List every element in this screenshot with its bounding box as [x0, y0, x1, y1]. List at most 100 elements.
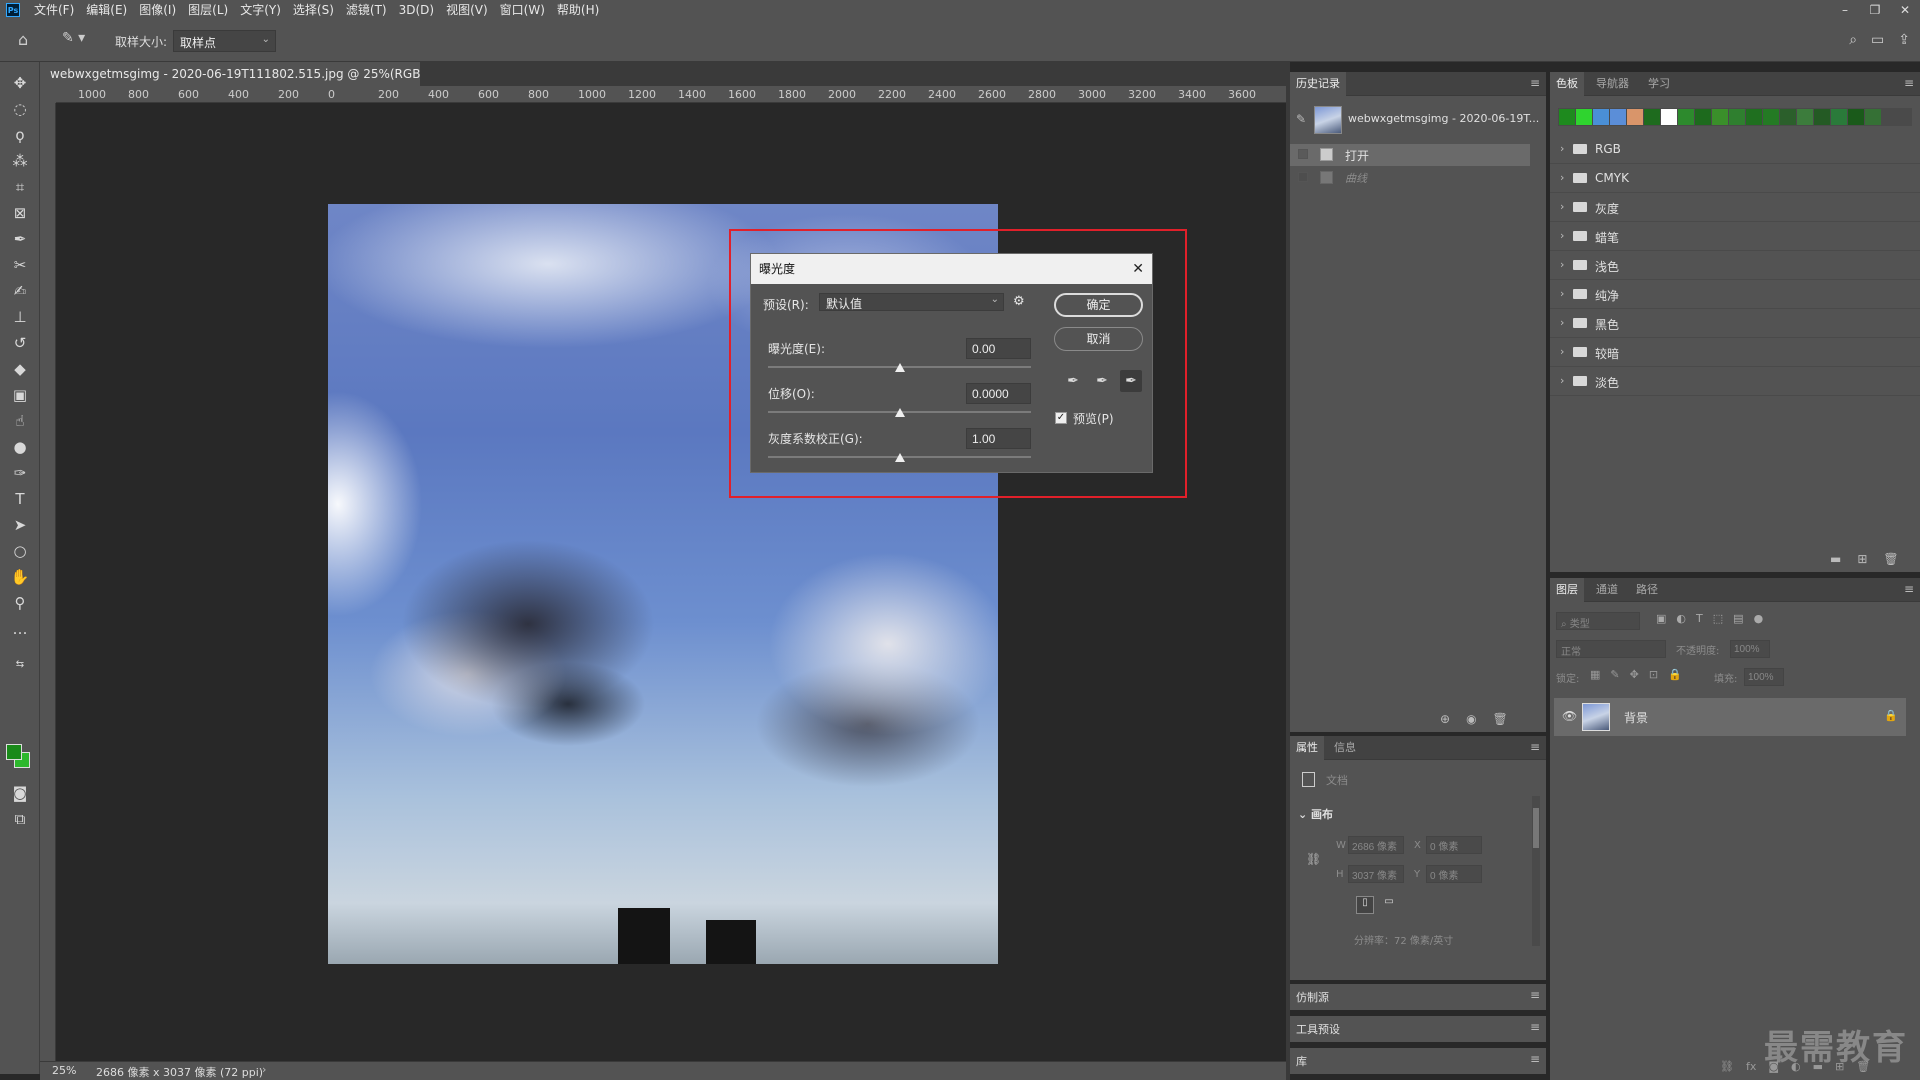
properties-scrollbar[interactable]: [1532, 796, 1540, 946]
magic-wand-tool-icon[interactable]: ⁂: [8, 150, 32, 172]
history-item[interactable]: 打开: [1290, 144, 1530, 166]
swatch-group-dark[interactable]: › 黑色: [1550, 310, 1920, 338]
landscape-orientation-icon[interactable]: ▭: [1380, 896, 1398, 914]
y-input[interactable]: [1426, 865, 1482, 883]
history-source-checkbox[interactable]: [1298, 149, 1308, 159]
close-icon[interactable]: ✕: [1132, 254, 1144, 284]
canvas-section-toggle[interactable]: ⌄ 画布: [1298, 806, 1333, 822]
menu-view[interactable]: 视图(V): [440, 0, 494, 20]
smudge-tool-icon[interactable]: ☝: [8, 410, 32, 432]
swatch-color[interactable]: [1576, 109, 1592, 125]
lock-image-icon[interactable]: ✎: [1610, 668, 1619, 681]
swatch-color[interactable]: [1814, 109, 1830, 125]
history-source-checkbox[interactable]: [1298, 172, 1308, 182]
workspace-icon[interactable]: ▭: [1871, 32, 1884, 48]
cancel-button[interactable]: 取消: [1054, 327, 1143, 351]
lock-all-icon[interactable]: 🔒: [1668, 668, 1682, 681]
swatch-color[interactable]: [1831, 109, 1847, 125]
blend-mode-select[interactable]: 正常: [1556, 640, 1666, 658]
trash-icon[interactable]: 🗑: [1493, 712, 1508, 726]
adjustment-filter-icon[interactable]: ◐: [1676, 612, 1686, 625]
swatch-color[interactable]: [1712, 109, 1728, 125]
panel-menu-icon[interactable]: ≡: [1530, 76, 1540, 90]
menu-help[interactable]: 帮助(H): [551, 0, 605, 20]
clone-stamp-tool-icon[interactable]: ⊥: [8, 306, 32, 328]
menu-type[interactable]: 文字(Y): [234, 0, 287, 20]
swatch-color[interactable]: [1644, 109, 1660, 125]
tab-channels[interactable]: 通道: [1590, 578, 1624, 602]
screen-mode-icon[interactable]: ⧉: [8, 808, 32, 830]
sample-size-select[interactable]: 取样点 ⌄: [173, 30, 276, 52]
fill-input[interactable]: [1744, 668, 1784, 686]
lock-artboard-icon[interactable]: ⊡: [1649, 668, 1658, 681]
tab-swatches[interactable]: 色板: [1550, 72, 1584, 96]
fx-icon[interactable]: fx: [1746, 1060, 1756, 1073]
swatch-group-light[interactable]: › 浅色: [1550, 252, 1920, 280]
minimize-icon[interactable]: –: [1830, 3, 1860, 17]
more-tools-icon[interactable]: …: [8, 618, 32, 640]
menu-filter[interactable]: 滤镜(T): [340, 0, 393, 20]
swatch-color[interactable]: [1661, 109, 1677, 125]
offset-input[interactable]: [966, 383, 1031, 404]
swatch-group-rgb[interactable]: › RGB: [1550, 136, 1920, 164]
opacity-input[interactable]: [1730, 640, 1770, 658]
swatch-group-cmyk[interactable]: › CMYK: [1550, 165, 1920, 193]
pixel-filter-icon[interactable]: ▣: [1656, 612, 1666, 625]
gray-point-eyedropper-icon[interactable]: ✒: [1091, 370, 1113, 392]
gradient-tool-icon[interactable]: ▣: [8, 384, 32, 406]
tab-properties[interactable]: 属性: [1290, 736, 1324, 760]
swatch-group-pastel[interactable]: › 蜡笔: [1550, 223, 1920, 251]
eyedropper-tool-preset-icon[interactable]: ✎ ▾: [62, 30, 92, 50]
history-snapshot[interactable]: ✎ webwxgetmsgimg - 2020-06-19T...: [1290, 102, 1546, 138]
preset-settings-gear-icon[interactable]: ⚙: [1013, 294, 1025, 309]
new-document-from-state-icon[interactable]: ⊕: [1440, 712, 1450, 726]
close-window-icon[interactable]: ✕: [1890, 3, 1920, 17]
swatch-color[interactable]: [1780, 109, 1796, 125]
swatch-color[interactable]: [1797, 109, 1813, 125]
shape-filter-icon[interactable]: ⬚: [1713, 612, 1723, 625]
width-input[interactable]: [1348, 836, 1404, 854]
exposure-input[interactable]: [966, 338, 1031, 359]
menu-image[interactable]: 图像(I): [133, 0, 182, 20]
tab-paths[interactable]: 路径: [1630, 578, 1664, 602]
document-tab[interactable]: webwxgetmsgimg - 2020-06-19T111802.515.j…: [40, 62, 420, 86]
swatch-color[interactable]: [1865, 109, 1881, 125]
history-item[interactable]: 曲线: [1290, 167, 1530, 189]
type-filter-icon[interactable]: T: [1696, 612, 1703, 625]
lock-position-icon[interactable]: ✥: [1630, 668, 1639, 681]
ok-button[interactable]: 确定: [1054, 293, 1143, 317]
chevron-right-icon[interactable]: ›: [262, 1063, 266, 1076]
tab-navigator[interactable]: 导航器: [1590, 72, 1635, 96]
link-layers-icon[interactable]: ⛓: [1720, 1060, 1734, 1073]
menu-layer[interactable]: 图层(L): [182, 0, 234, 20]
panel-menu-icon[interactable]: ≡: [1904, 76, 1914, 90]
gamma-slider-thumb[interactable]: [895, 453, 905, 462]
tab-info[interactable]: 信息: [1328, 736, 1362, 760]
swatch-color[interactable]: [1610, 109, 1626, 125]
swatch-color[interactable]: [1593, 109, 1609, 125]
eyedropper-tool-icon[interactable]: ✒: [8, 228, 32, 250]
menu-3d[interactable]: 3D(D): [393, 0, 440, 20]
swatch-color[interactable]: [1678, 109, 1694, 125]
quick-mask-icon[interactable]: ◙: [8, 782, 32, 804]
clone-source-panel[interactable]: 仿制源 ≡: [1290, 984, 1546, 1010]
crop-tool-icon[interactable]: ⌗: [8, 176, 32, 198]
swap-colors-icon[interactable]: ⇆: [8, 654, 32, 676]
dialog-titlebar[interactable]: 曝光度 ✕: [751, 254, 1152, 284]
offset-slider-thumb[interactable]: [895, 408, 905, 417]
move-tool-icon[interactable]: ✥: [8, 72, 32, 94]
lock-icon[interactable]: 🔒: [1884, 709, 1898, 722]
trash-icon[interactable]: 🗑: [1883, 552, 1898, 566]
menu-file[interactable]: 文件(F): [28, 0, 80, 20]
swatch-group-darker[interactable]: › 较暗: [1550, 339, 1920, 367]
swatch-color[interactable]: [1848, 109, 1864, 125]
dodge-tool-icon[interactable]: ●: [8, 436, 32, 458]
zoom-tool-icon[interactable]: ⚲: [8, 592, 32, 614]
camera-snapshot-icon[interactable]: ◉: [1466, 712, 1476, 726]
layer-filter-select[interactable]: ⌕ 类型: [1556, 612, 1640, 630]
menu-select[interactable]: 选择(S): [287, 0, 340, 20]
path-selection-tool-icon[interactable]: ➤: [8, 514, 32, 536]
eraser-tool-icon[interactable]: ◆: [8, 358, 32, 380]
swatch-color[interactable]: [1627, 109, 1643, 125]
swatch-color[interactable]: [1763, 109, 1779, 125]
